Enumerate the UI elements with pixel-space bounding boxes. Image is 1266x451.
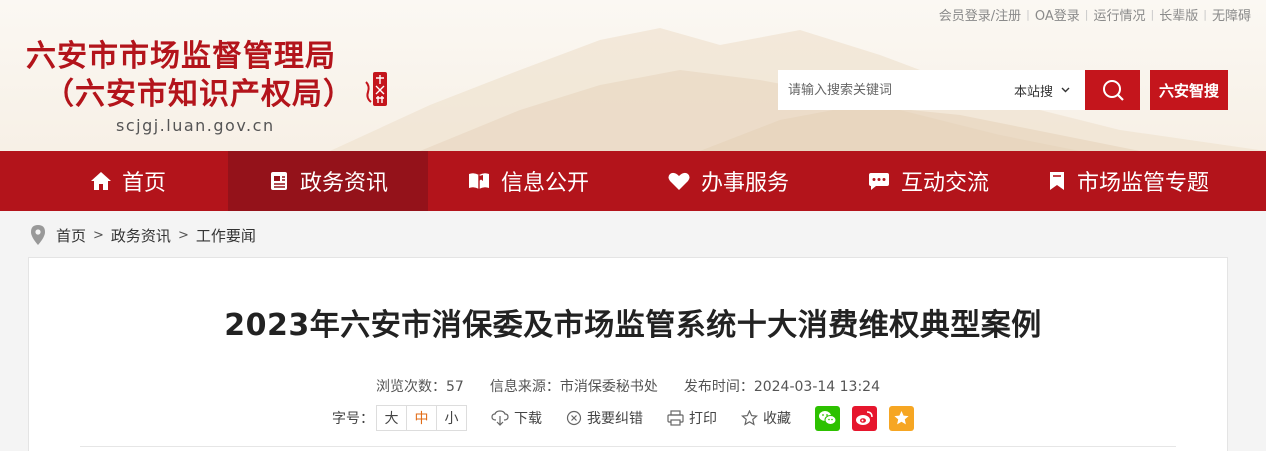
search-scope-label: 本站搜 bbox=[1013, 84, 1053, 100]
search-box: 本站搜 bbox=[778, 70, 1085, 110]
print-label: 打印 bbox=[689, 411, 717, 427]
elder-version-link[interactable]: 长辈版 bbox=[1154, 5, 1203, 24]
nav-item-services[interactable]: 办事服务 bbox=[628, 151, 828, 211]
location-pin-icon bbox=[31, 225, 45, 245]
font-size-medium-button[interactable]: 中 bbox=[406, 405, 437, 431]
article-meta: 浏览次数：57 信息来源：市消保委秘书处 发布时间：2024-03-14 13:… bbox=[0, 376, 1256, 396]
nav-item-interaction[interactable]: 互动交流 bbox=[828, 151, 1028, 211]
article-title: 2023年六安市消保委及市场监管系统十大消费维权典型案例 bbox=[224, 308, 1042, 343]
home-icon bbox=[90, 172, 111, 190]
nav-item-label: 信息公开 bbox=[500, 171, 589, 196]
news-icon bbox=[270, 172, 287, 190]
font-size-small-button[interactable]: 小 bbox=[436, 405, 467, 431]
weibo-icon bbox=[856, 411, 873, 425]
download-button[interactable]: 下载 bbox=[491, 408, 542, 428]
search-icon bbox=[1102, 80, 1124, 101]
site-subtitle[interactable]: （六安市知识产权局） bbox=[44, 76, 354, 114]
share-wechat-button[interactable] bbox=[815, 405, 840, 431]
breadcrumb-current[interactable]: 工作要闻 bbox=[196, 225, 256, 246]
site-url: scjgj.luan.gov.cn bbox=[116, 116, 275, 135]
download-icon bbox=[491, 410, 509, 426]
nav-item-label: 首页 bbox=[121, 171, 166, 196]
search-scope-select[interactable]: 本站搜 bbox=[994, 81, 1078, 100]
error-report-button[interactable]: 我要纠错 bbox=[566, 408, 643, 428]
nav-item-info-open[interactable]: 信息公开 bbox=[428, 151, 628, 211]
share-buttons bbox=[815, 405, 926, 431]
member-login-link[interactable]: 会员登录/注册 bbox=[934, 5, 1026, 24]
publish-time: 发布时间：2024-03-14 13:24 bbox=[683, 379, 880, 395]
print-icon bbox=[667, 410, 684, 426]
star-icon bbox=[894, 411, 909, 425]
error-report-label: 我要纠错 bbox=[587, 411, 643, 427]
top-links: 会员登录/注册 | OA登录 | 运行情况 | 长辈版 | 无障碍 bbox=[934, 5, 1256, 24]
nav-item-market-topics[interactable]: 市场监管专题 bbox=[1028, 151, 1228, 211]
breadcrumb-separator: > bbox=[93, 227, 104, 243]
chat-icon bbox=[868, 173, 889, 190]
wechat-icon bbox=[819, 411, 837, 425]
favorite-label: 收藏 bbox=[763, 411, 791, 427]
print-button[interactable]: 打印 bbox=[667, 408, 717, 428]
search-input[interactable] bbox=[778, 70, 994, 110]
site-header: 会员登录/注册 | OA登录 | 运行情况 | 长辈版 | 无障碍 六安市市场监… bbox=[0, 0, 1266, 151]
seal-logo-icon bbox=[365, 72, 387, 106]
nav-item-label: 政务资讯 bbox=[299, 171, 388, 196]
heart-hand-icon bbox=[668, 172, 690, 190]
breadcrumb: 首页 > 政务资讯 > 工作要闻 bbox=[30, 222, 256, 248]
divider bbox=[80, 446, 1176, 447]
share-weibo-button[interactable] bbox=[852, 405, 877, 431]
bookmark-icon bbox=[1049, 172, 1064, 190]
nav-item-home[interactable]: 首页 bbox=[28, 151, 228, 211]
error-report-icon bbox=[566, 410, 582, 426]
accessibility-link[interactable]: 无障碍 bbox=[1207, 5, 1256, 24]
breadcrumb-separator: > bbox=[177, 227, 189, 243]
nav-item-label: 互动交流 bbox=[900, 171, 989, 196]
favorite-button[interactable]: 收藏 bbox=[741, 408, 791, 428]
nav-item-news[interactable]: 政务资讯 bbox=[228, 151, 428, 211]
star-outline-icon bbox=[741, 410, 758, 426]
font-size-large-button[interactable]: 大 bbox=[376, 405, 407, 431]
download-label: 下载 bbox=[514, 411, 542, 427]
main-nav: 首页 政务资讯 信息公开 办事服务 互动交流 市场监管专题 bbox=[0, 151, 1266, 211]
site-title[interactable]: 六安市市场监督管理局 bbox=[26, 38, 336, 76]
nav-item-label: 办事服务 bbox=[700, 171, 789, 196]
article-toolbar: 字号： 大 中 小 下载 我要纠错 打印 收藏 bbox=[332, 405, 926, 431]
font-size-label: 字号： bbox=[332, 411, 374, 427]
run-status-link[interactable]: 运行情况 bbox=[1089, 5, 1151, 24]
nav-item-label: 市场监管专题 bbox=[1076, 171, 1209, 196]
breadcrumb-news[interactable]: 政务资讯 bbox=[111, 225, 171, 246]
breadcrumb-home[interactable]: 首页 bbox=[56, 225, 86, 246]
search-button[interactable] bbox=[1085, 70, 1140, 110]
open-book-icon bbox=[468, 173, 489, 189]
view-count: 浏览次数：57 bbox=[376, 379, 464, 395]
smart-search-button[interactable]: 六安智搜 bbox=[1150, 70, 1228, 110]
oa-login-link[interactable]: OA登录 bbox=[1030, 5, 1085, 24]
share-favorite-button[interactable] bbox=[889, 405, 914, 431]
chevron-down-icon bbox=[1061, 87, 1070, 93]
info-source: 信息来源：市消保委秘书处 bbox=[489, 379, 658, 395]
